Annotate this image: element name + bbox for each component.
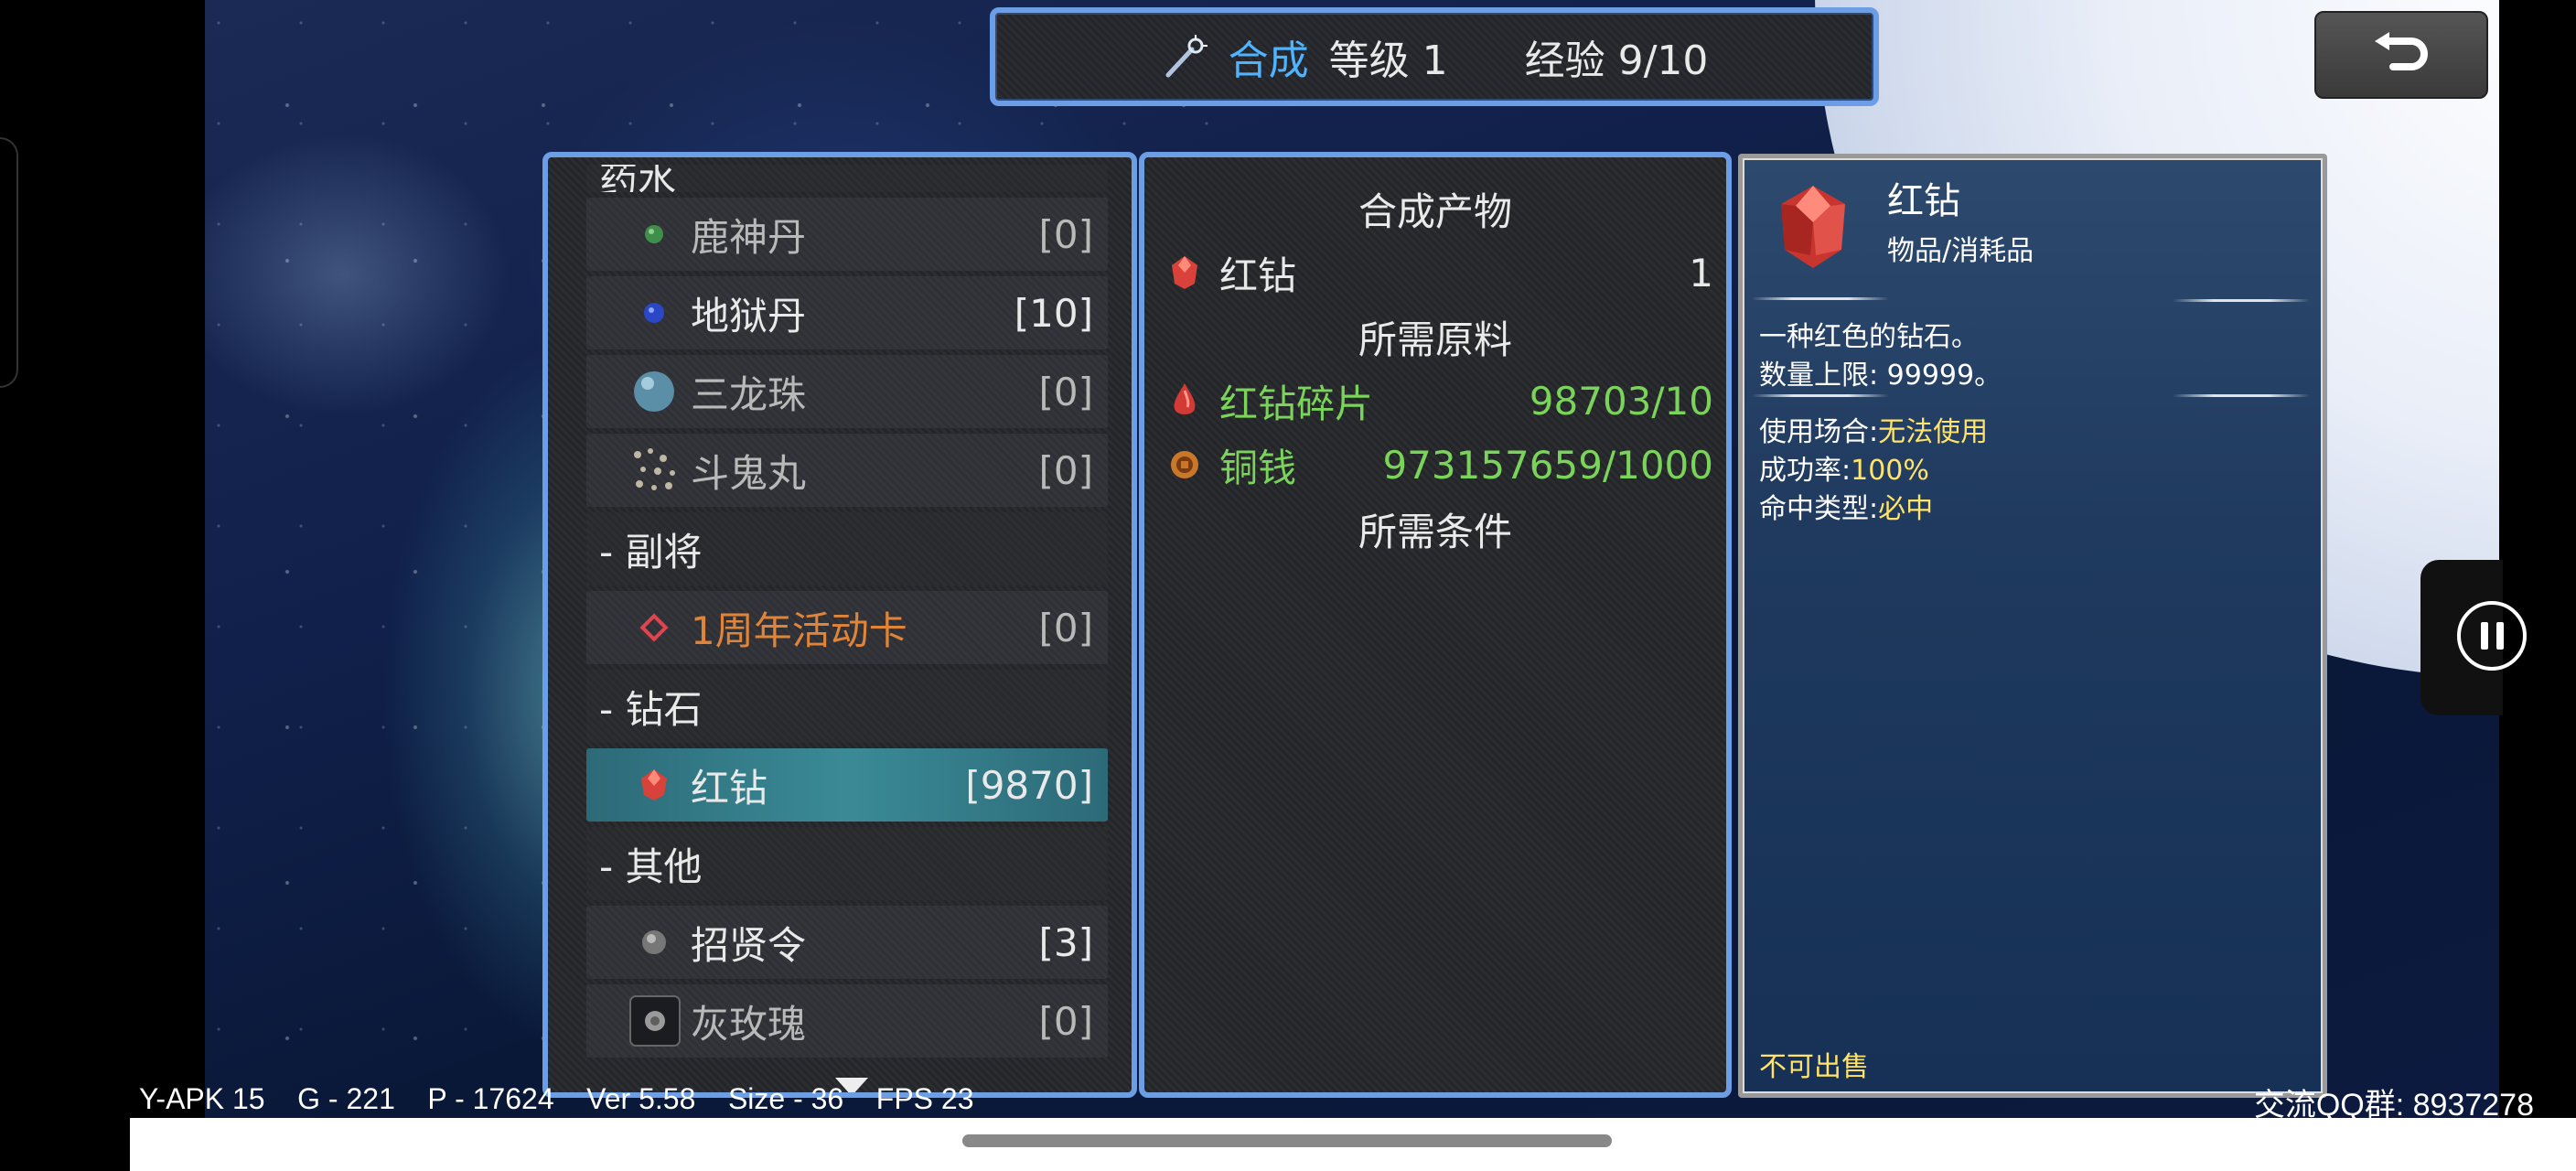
list-item[interactable]: 斗鬼丸 [0] bbox=[586, 434, 1108, 507]
gray-rose-icon bbox=[628, 994, 682, 1047]
item-count: [0] bbox=[1038, 998, 1094, 1044]
debug-info: Y-APK 15 G - 221 P - 17624 Ver 5.58 Size… bbox=[139, 1082, 974, 1115]
item-name: 灰玫瑰 bbox=[691, 1001, 807, 1047]
list-item-selected[interactable]: 红钻 [9870] bbox=[586, 748, 1108, 822]
red-gem-icon bbox=[1166, 252, 1203, 294]
product-qty: 1 bbox=[1689, 250, 1713, 295]
header-level: 等级 1 bbox=[1328, 38, 1448, 84]
conditions-title: 所需条件 bbox=[1358, 510, 1512, 554]
item-stack-limit: 数量上限: 99999。 bbox=[1759, 360, 2002, 392]
section-header-gem[interactable]: - 钻石 bbox=[586, 670, 1108, 743]
item-usage: 使用场合:无法使用 bbox=[1759, 416, 1989, 448]
product-row: 红钻 1 bbox=[1166, 245, 1713, 300]
synthesis-header: 合成 等级 1 经验 9/10 bbox=[990, 7, 1879, 106]
token-icon bbox=[638, 926, 671, 959]
divider bbox=[2173, 299, 2310, 302]
item-description: 一种红色的钻石。 bbox=[1759, 321, 1979, 353]
item-name: 鹿神丹 bbox=[691, 214, 807, 260]
edge-handle bbox=[0, 137, 18, 388]
red-gem-icon bbox=[1781, 186, 1845, 268]
section-header-other[interactable]: - 其他 bbox=[586, 827, 1108, 900]
item-info-panel: 红钻 物品/消耗品 一种红色的钻石。 数量上限: 99999。 使用场合:无法使… bbox=[1738, 154, 2327, 1098]
list-item[interactable]: 招贤令 [3] bbox=[586, 906, 1108, 979]
item-count: [3] bbox=[1038, 919, 1094, 965]
list-item[interactable]: 灰玫瑰 [0] bbox=[586, 984, 1108, 1058]
material-row: 铜钱 973157659/1000 bbox=[1166, 437, 1713, 492]
blue-pill-icon bbox=[638, 296, 671, 329]
list-item[interactable]: 地狱丹 [10] bbox=[586, 276, 1108, 349]
section-header-deputy[interactable]: - 副将 bbox=[586, 512, 1108, 586]
pause-button[interactable] bbox=[2420, 560, 2527, 715]
material-row: 红钻碎片 98703/10 bbox=[1166, 373, 1713, 428]
home-indicator[interactable] bbox=[962, 1134, 1612, 1147]
red-gem-shard-icon bbox=[1166, 380, 1203, 422]
item-name: 红钻 bbox=[1887, 180, 1960, 222]
sell-status: 不可出售 bbox=[1759, 1051, 1869, 1083]
section-header-partial[interactable]: 药水 bbox=[586, 165, 1108, 192]
item-hit-type: 命中类型:必中 bbox=[1759, 493, 1934, 525]
back-button[interactable] bbox=[2314, 11, 2488, 99]
red-gem-icon bbox=[638, 768, 671, 801]
product-title: 合成产物 bbox=[1358, 189, 1512, 234]
list-item[interactable]: 三龙珠 [0] bbox=[586, 355, 1108, 428]
scatter-pills-icon bbox=[630, 446, 680, 495]
material-name: 红钻碎片 bbox=[1219, 381, 1374, 426]
recipe-list-panel: 药水 鹿神丹 [0] 地狱丹 [10] 三龙珠 [0] 斗鬼丸 [0] - 副将… bbox=[542, 152, 1137, 1098]
product-name: 红钻 bbox=[1219, 252, 1297, 298]
list-item[interactable]: 鹿神丹 [0] bbox=[586, 198, 1108, 271]
diamond-card-icon bbox=[638, 611, 671, 644]
item-name: 红钻 bbox=[691, 765, 768, 811]
item-success-rate: 成功率:100% bbox=[1759, 455, 1929, 487]
orb-icon bbox=[632, 370, 676, 414]
material-name: 铜钱 bbox=[1219, 445, 1297, 490]
item-count: [0] bbox=[1038, 369, 1094, 414]
item-count: [0] bbox=[1038, 211, 1094, 257]
item-count: [10] bbox=[1014, 290, 1093, 336]
header-title: 合成 bbox=[1228, 38, 1309, 84]
item-count: [0] bbox=[1038, 447, 1094, 493]
item-name: 地狱丹 bbox=[691, 293, 807, 338]
item-name: 斗鬼丸 bbox=[691, 450, 807, 496]
item-count: [9870] bbox=[965, 762, 1093, 808]
green-pill-icon bbox=[638, 218, 671, 251]
item-count: [0] bbox=[1038, 605, 1094, 650]
item-name: 1周年活动卡 bbox=[691, 607, 907, 653]
recipe-list: 药水 鹿神丹 [0] 地狱丹 [10] 三龙珠 [0] 斗鬼丸 [0] - 副将… bbox=[586, 165, 1108, 1063]
return-arrow-icon bbox=[2375, 32, 2428, 70]
material-qty: 973157659/1000 bbox=[1382, 442, 1713, 488]
wand-icon bbox=[1165, 35, 1208, 78]
copper-coin-icon bbox=[1166, 444, 1203, 486]
header-exp: 经验 9/10 bbox=[1524, 38, 1709, 84]
item-category: 物品/消耗品 bbox=[1887, 235, 2034, 267]
divider bbox=[1752, 297, 1889, 300]
list-item[interactable]: 1周年活动卡 [0] bbox=[586, 591, 1108, 664]
recipe-detail-panel: 合成产物 红钻 1 所需原料 红钻碎片 98703/10 铜钱 97315765… bbox=[1139, 152, 1732, 1098]
item-name: 三龙珠 bbox=[691, 371, 807, 417]
pause-icon bbox=[2457, 601, 2527, 671]
divider bbox=[1752, 394, 1889, 397]
item-name: 招贤令 bbox=[691, 922, 807, 968]
material-qty: 98703/10 bbox=[1529, 378, 1713, 424]
divider bbox=[2173, 394, 2310, 397]
materials-title: 所需原料 bbox=[1358, 317, 1512, 362]
